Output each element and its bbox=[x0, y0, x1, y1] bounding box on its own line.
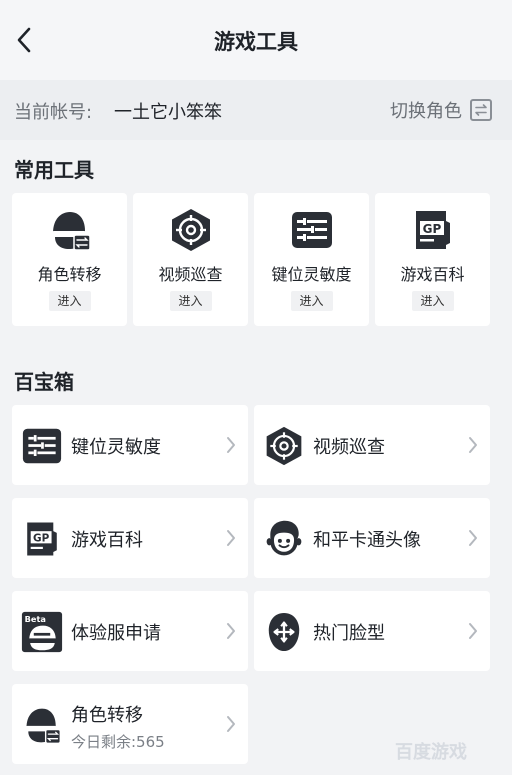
swap-icon bbox=[470, 99, 492, 121]
box-item-label: 游戏百科 bbox=[71, 530, 143, 551]
account-bar: 当前帐号: 一土它小笨笨 切换角色 bbox=[0, 80, 512, 140]
tool-card-key-sensitivity[interactable]: 键位灵敏度 进入 bbox=[254, 193, 369, 326]
enter-button[interactable]: 进入 bbox=[290, 291, 333, 311]
account-name: 一土它小笨笨 bbox=[114, 102, 222, 123]
svg-text:GP: GP bbox=[422, 222, 441, 236]
common-tools-title: 常用工具 bbox=[14, 158, 94, 182]
chevron-right-icon bbox=[227, 716, 235, 732]
chevron-right-icon bbox=[469, 437, 477, 453]
sliders-icon bbox=[21, 425, 63, 467]
box-item-test-server[interactable]: Beta 体验服申请 bbox=[12, 591, 248, 671]
svg-text:GP: GP bbox=[33, 533, 50, 545]
chevron-right-icon bbox=[469, 623, 477, 639]
box-item-label: 键位灵敏度 bbox=[71, 437, 161, 458]
box-item-role-transfer[interactable]: 角色转移 今日剩余:565 bbox=[12, 684, 248, 764]
tool-name: 键位灵敏度 bbox=[271, 265, 352, 284]
chevron-right-icon bbox=[469, 530, 477, 546]
chevron-right-icon bbox=[227, 530, 235, 546]
box-item-key-sensitivity[interactable]: 键位灵敏度 bbox=[12, 405, 248, 485]
enter-button[interactable]: 进入 bbox=[169, 291, 212, 311]
watermark: 百度游戏 bbox=[395, 742, 467, 763]
tool-card-video-patrol[interactable]: 视频巡查 进入 bbox=[133, 193, 248, 326]
box-item-game-wiki[interactable]: GP 游戏百科 bbox=[12, 498, 248, 578]
tool-card-game-wiki[interactable]: GP 游戏百科 进入 bbox=[375, 193, 490, 326]
svg-text:Beta: Beta bbox=[25, 614, 46, 624]
sliders-icon bbox=[254, 207, 369, 253]
tool-name: 角色转移 bbox=[37, 265, 102, 284]
tool-name: 游戏百科 bbox=[400, 265, 465, 284]
crosshair-hex-icon bbox=[133, 207, 248, 253]
beta-helmet-icon: Beta bbox=[21, 611, 63, 653]
gp-book-icon: GP bbox=[375, 207, 490, 253]
box-item-label: 视频巡查 bbox=[313, 437, 385, 458]
box-item-label: 体验服申请 bbox=[71, 623, 161, 644]
page-title: 游戏工具 bbox=[214, 30, 298, 54]
helmet-transfer-icon bbox=[21, 704, 63, 746]
gp-book-icon: GP bbox=[21, 518, 63, 560]
enter-button[interactable]: 进入 bbox=[48, 291, 91, 311]
chevron-right-icon bbox=[227, 437, 235, 453]
switch-role-label: 切换角色 bbox=[390, 101, 462, 122]
account-label: 当前帐号: bbox=[14, 102, 93, 123]
daily-remaining: 今日剩余:565 bbox=[71, 733, 165, 751]
crosshair-hex-icon bbox=[263, 425, 305, 467]
tool-card-role-transfer[interactable]: 角色转移 进入 bbox=[12, 193, 127, 326]
switch-role-button[interactable]: 切换角色 bbox=[390, 94, 492, 126]
chevron-right-icon bbox=[227, 623, 235, 639]
treasure-box-title: 百宝箱 bbox=[14, 370, 74, 394]
box-item-cartoon-avatar[interactable]: 和平卡通头像 bbox=[254, 498, 490, 578]
cartoon-face-icon bbox=[263, 518, 305, 560]
top-bar: 游戏工具 bbox=[0, 0, 512, 80]
helmet-transfer-icon bbox=[12, 207, 127, 253]
tool-name: 视频巡查 bbox=[158, 265, 223, 284]
face-move-icon bbox=[263, 611, 305, 653]
enter-button[interactable]: 进入 bbox=[411, 291, 454, 311]
box-item-popular-face[interactable]: 热门脸型 bbox=[254, 591, 490, 671]
box-item-label: 和平卡通头像 bbox=[313, 530, 421, 551]
box-item-label: 角色转移 bbox=[71, 705, 143, 726]
box-item-video-patrol[interactable]: 视频巡查 bbox=[254, 405, 490, 485]
box-item-label: 热门脸型 bbox=[313, 623, 385, 644]
